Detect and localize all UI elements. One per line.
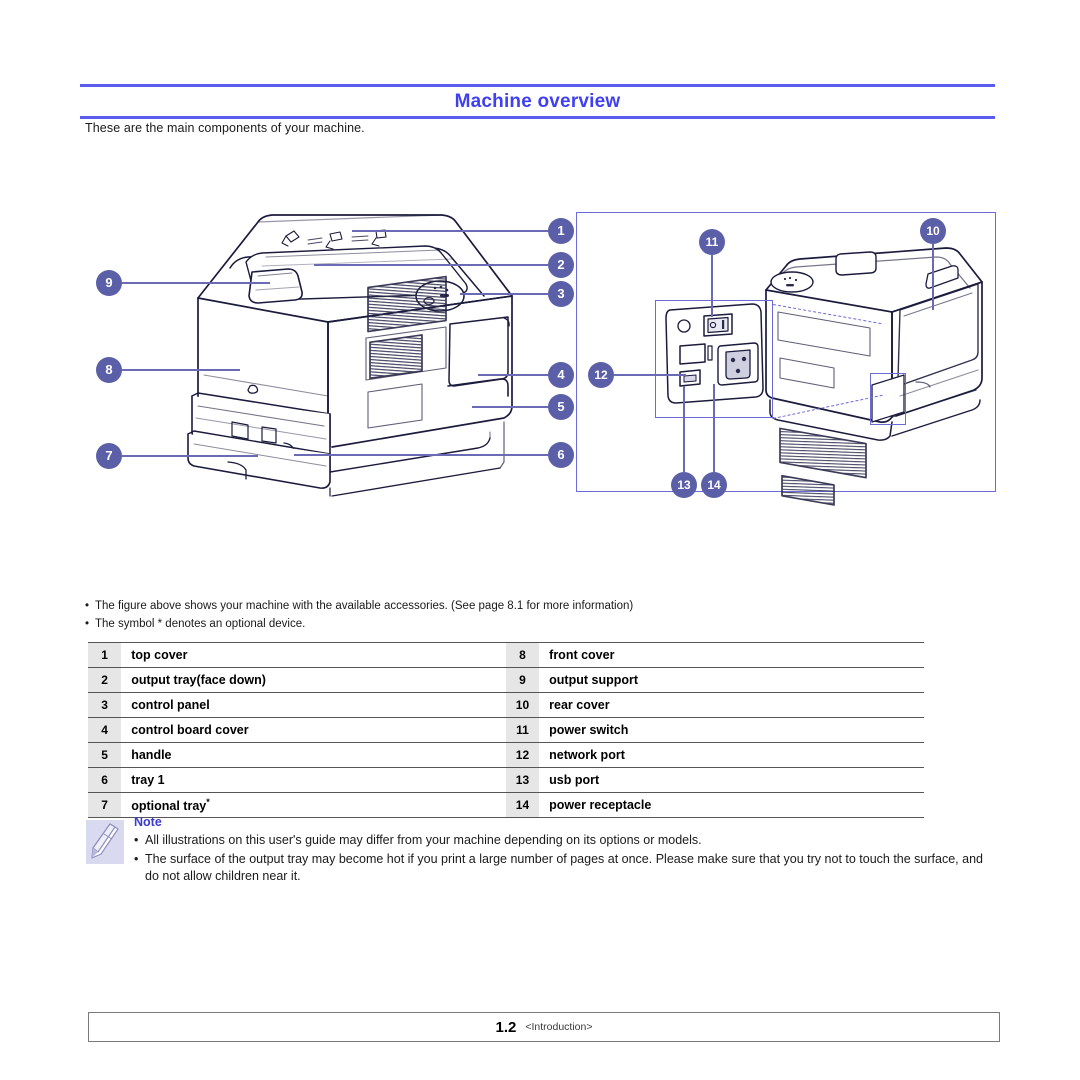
- intro-text: These are the main components of your ma…: [85, 121, 365, 135]
- leader-5: [472, 406, 548, 408]
- leader-12: [614, 374, 686, 376]
- footer-page-number: 1.2: [495, 1018, 517, 1036]
- leader-7: [122, 455, 258, 457]
- leader-3: [460, 293, 548, 295]
- callout-11: 11: [699, 229, 725, 255]
- callout-4: 4: [548, 362, 574, 388]
- callout-6: 6: [548, 442, 574, 468]
- part-label: top cover: [121, 642, 506, 668]
- leader-13: [683, 386, 685, 472]
- figure-note-row: • The symbol * denotes an optional devic…: [85, 616, 945, 632]
- leader-2: [314, 264, 548, 266]
- footer-section-label: <Introduction>: [525, 1021, 593, 1033]
- part-label: tray 1: [121, 767, 506, 793]
- figure-note-text: The figure above shows your machine with…: [95, 600, 634, 612]
- note-body: Note • All illustrations on this user's …: [134, 815, 986, 885]
- table-row: 3 control panel 10 rear cover: [88, 692, 924, 718]
- callout-5: 5: [548, 394, 574, 420]
- leader-4: [478, 374, 548, 376]
- parts-legend-table: 1 top cover 8 front cover 2 output tray(…: [88, 642, 924, 818]
- optional-marker: *: [206, 796, 210, 807]
- figure-note-row: • The figure above shows your machine wi…: [85, 598, 945, 614]
- leader-9: [122, 282, 270, 284]
- part-label: control panel: [121, 692, 506, 718]
- note-title: Note: [134, 815, 162, 829]
- callout-9: 9: [96, 270, 122, 296]
- figure-note-text: The symbol * denotes an optional device.: [95, 618, 306, 630]
- part-number: 5: [88, 742, 122, 768]
- part-label-text: optional tray: [131, 799, 207, 814]
- part-label: output support: [539, 667, 924, 693]
- callout-2: 2: [548, 252, 574, 278]
- header-rule-bottom: [80, 116, 995, 119]
- leader-14: [713, 384, 715, 472]
- part-label-optional-tray: optional tray*: [121, 792, 506, 818]
- part-number: 13: [505, 767, 540, 793]
- note-item-text: The surface of the output tray may becom…: [145, 852, 983, 883]
- figure-notes: • The figure above shows your machine wi…: [85, 598, 945, 634]
- bullet-icon: •: [85, 618, 90, 630]
- part-label: handle: [121, 742, 506, 768]
- table-row: 5 handle 12 network port: [88, 742, 924, 768]
- part-number: 12: [505, 742, 540, 768]
- part-number: 9: [505, 667, 540, 693]
- page-footer: 1.2 <Introduction>: [88, 1012, 1000, 1042]
- note-item-text: All illustrations on this user's guide m…: [145, 833, 702, 847]
- note-list-item: • All illustrations on this user's guide…: [134, 832, 986, 849]
- callout-8: 8: [96, 357, 122, 383]
- part-label: front cover: [539, 642, 924, 668]
- part-number: 6: [88, 767, 122, 793]
- printer-line-art: [187, 214, 983, 506]
- machine-overview-figure: 1 2 3 4 5 6 7 8 9 10 11 12 13 14: [80, 200, 1000, 510]
- part-label: power receptacle: [539, 792, 924, 818]
- bullet-icon: •: [134, 833, 139, 847]
- leader-1: [352, 230, 548, 232]
- note-list-item: • The surface of the output tray may bec…: [134, 851, 986, 885]
- part-number: 2: [88, 667, 122, 693]
- table-row: 4 control board cover 11 power switch: [88, 717, 924, 743]
- leader-6: [294, 454, 548, 456]
- callout-14: 14: [701, 472, 727, 498]
- callout-1: 1: [548, 218, 574, 244]
- part-label: usb port: [539, 767, 924, 793]
- part-number: 1: [88, 642, 122, 668]
- table-row: 6 tray 1 13 usb port: [88, 767, 924, 793]
- manual-page: Machine overview These are the main comp…: [0, 0, 1080, 1080]
- part-number: 10: [505, 692, 540, 718]
- leader-8: [122, 369, 240, 371]
- part-label: network port: [539, 742, 924, 768]
- part-label: control board cover: [121, 717, 506, 743]
- page-title: Machine overview: [454, 91, 621, 112]
- part-number: 3: [88, 692, 122, 718]
- bullet-icon: •: [85, 600, 90, 612]
- table-row: 7 optional tray* 14 power receptacle: [88, 792, 924, 818]
- callout-7: 7: [96, 443, 122, 469]
- part-label: rear cover: [539, 692, 924, 718]
- part-number: 11: [505, 717, 540, 743]
- part-number: 14: [505, 792, 540, 818]
- part-number: 4: [88, 717, 122, 743]
- bullet-icon: •: [134, 852, 139, 866]
- page-header: Machine overview: [80, 84, 995, 119]
- leader-10: [932, 244, 934, 310]
- callout-3: 3: [548, 281, 574, 307]
- part-number: 8: [505, 642, 540, 668]
- note-pencil-icon: [86, 820, 124, 864]
- part-label: output tray(face down): [121, 667, 506, 693]
- leader-11: [711, 255, 713, 317]
- table-row: 1 top cover 8 front cover: [88, 642, 924, 668]
- callout-12: 12: [588, 362, 614, 388]
- part-label: power switch: [539, 717, 924, 743]
- callout-10: 10: [920, 218, 946, 244]
- part-number: 7: [88, 792, 122, 818]
- note-block: Note • All illustrations on this user's …: [86, 815, 986, 887]
- table-row: 2 output tray(face down) 9 output suppor…: [88, 667, 924, 693]
- machine-port-highlight: [870, 373, 906, 425]
- callout-13: 13: [671, 472, 697, 498]
- parts-table-body: 1 top cover 8 front cover 2 output tray(…: [88, 642, 924, 818]
